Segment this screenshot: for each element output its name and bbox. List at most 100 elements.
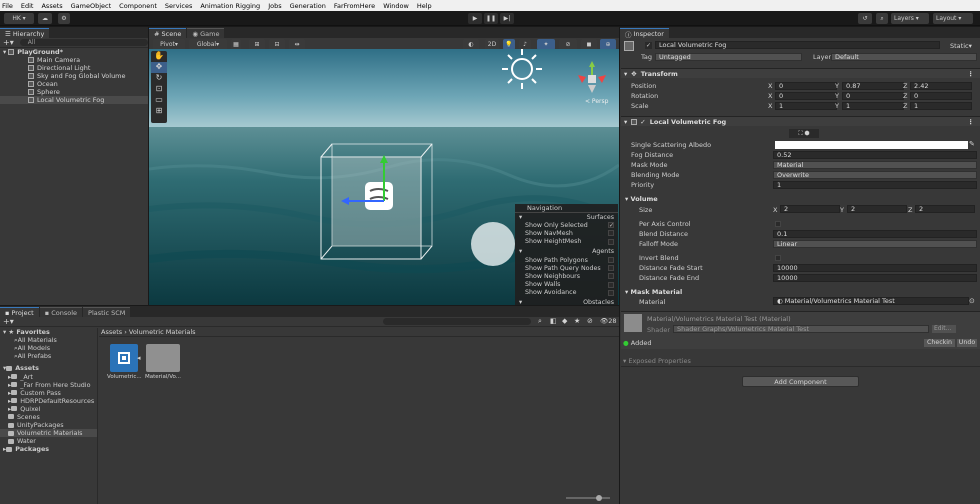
rotation-z-field[interactable]: 0 (910, 92, 972, 100)
cloud-icon[interactable]: ☁ (38, 13, 52, 24)
edit-shader-button[interactable]: Edit... (932, 325, 956, 333)
hierarchy-item[interactable]: Local Volumetric Fog (0, 96, 148, 104)
nav-option-checkbox[interactable] (608, 273, 614, 280)
favorite-item[interactable]: ⌕ All Prefabs (0, 352, 97, 361)
collab-icon[interactable]: ⚙ (58, 13, 70, 24)
nav-option-checkbox[interactable] (608, 289, 614, 296)
nav-option[interactable]: Show HeightMesh (515, 238, 618, 246)
favorite-icon[interactable]: ★ (574, 317, 580, 325)
scene-root-row[interactable]: ▾ PlayGround* (0, 48, 148, 56)
hidden-packages-icon[interactable]: ⊘ (587, 317, 593, 325)
rotate-tool-icon[interactable]: ↻ (151, 73, 167, 84)
static-toggle[interactable]: Static▾ (950, 42, 972, 50)
menu-services[interactable]: Services (165, 2, 192, 10)
asset-folder-item[interactable]: UnityPackages (0, 421, 97, 429)
zoom-slider-handle[interactable] (596, 495, 602, 501)
obstacles-section[interactable]: ▾ Obstacles (515, 299, 618, 305)
play-button[interactable]: ▶ (468, 13, 482, 24)
fade-start-field[interactable]: 10000 (773, 264, 977, 272)
priority-field[interactable]: 1 (773, 181, 977, 189)
checkin-button[interactable]: Checkin (924, 339, 955, 347)
position-z-field[interactable]: 2.42 (910, 82, 972, 90)
menu-jobs[interactable]: Jobs (268, 2, 281, 10)
volume-section[interactable]: ▾ Volume (625, 195, 658, 203)
tab-plastic[interactable]: Plastic SCM (83, 307, 131, 317)
asset-folder-item[interactable]: ▸ Quixel (0, 405, 97, 413)
rect-tool-icon[interactable]: ▭ (151, 95, 167, 106)
tab-project[interactable]: ▪ Project (0, 307, 39, 317)
zoom-slider[interactable] (566, 495, 610, 501)
rotation-x-field[interactable]: 0 (775, 92, 837, 100)
scale-tool-icon[interactable]: ⊡ (151, 84, 167, 95)
menu-farfromhere[interactable]: FarFromHere (334, 2, 375, 10)
history-icon[interactable]: ↺ (858, 13, 872, 24)
hierarchy-item[interactable]: Directional Light (0, 64, 148, 72)
asset-folder-item[interactable]: Volumetric Materials (0, 429, 97, 438)
falloff-dropdown[interactable]: Linear (773, 240, 977, 248)
search-icon[interactable]: ⌕ (876, 13, 888, 24)
menu-generation[interactable]: Generation (290, 2, 326, 10)
tab-console[interactable]: ▪ Console (39, 307, 83, 317)
menu-edit[interactable]: Edit (21, 2, 34, 10)
step-button[interactable]: ▶| (500, 13, 514, 24)
mask-material-section[interactable]: ▾ Mask Material (625, 288, 682, 296)
nav-option[interactable]: Show Only Selected ✓ (515, 221, 618, 229)
pause-button[interactable]: ❚❚ (484, 13, 498, 24)
menu-animation-rigging[interactable]: Animation Rigging (200, 2, 260, 10)
hierarchy-item[interactable]: Sky and Fog Global Volume (0, 72, 148, 80)
exposed-properties-foldout[interactable]: ▾ Exposed Properties (623, 357, 691, 365)
eyedropper-icon[interactable]: ✎ (969, 140, 975, 148)
asset-folder-item[interactable]: ▸ _Far From Here Studio (0, 381, 97, 389)
menu-assets[interactable]: Assets (41, 2, 62, 10)
menu-gameobject[interactable]: GameObject (71, 2, 112, 10)
asset-folder-item[interactable]: ▸ _Art (0, 372, 97, 381)
nav-option-checkbox[interactable] (608, 238, 614, 245)
menu-window[interactable]: Window (383, 2, 409, 10)
project-search-input[interactable] (383, 318, 531, 325)
nav-option-checkbox[interactable] (608, 230, 614, 237)
tab-inspector[interactable]: ⓘ Inspector (620, 28, 669, 39)
menu-component[interactable]: Component (119, 2, 157, 10)
invert-checkbox[interactable] (775, 255, 781, 261)
asset-folder-item[interactable]: ▸ Custom Pass (0, 389, 97, 397)
persp-label[interactable]: < Persp (585, 98, 608, 105)
asset-tile-volumetric[interactable]: Volumetric... (107, 344, 142, 384)
type-filter-icon[interactable]: ◧ (550, 317, 557, 325)
tag-dropdown[interactable]: Untagged (655, 53, 802, 61)
packages-row[interactable]: ▸ Packages (0, 445, 97, 453)
nav-option-checkbox[interactable] (608, 265, 614, 272)
assets-row[interactable]: ▾ Assets (0, 364, 97, 372)
account-dropdown[interactable]: HK ▾ (4, 13, 34, 24)
asset-folder-item[interactable]: Water (0, 437, 97, 445)
nav-option[interactable]: Show Walls (515, 281, 618, 289)
position-y-field[interactable]: 0.87 (842, 82, 904, 90)
asset-folder-item[interactable]: Scenes (0, 413, 97, 421)
hierarchy-item[interactable]: Main Camera (0, 56, 148, 64)
per-axis-checkbox[interactable] (775, 221, 781, 227)
size-z-field[interactable]: 2 (915, 205, 975, 213)
hierarchy-item[interactable]: Sphere (0, 88, 148, 96)
layers-dropdown[interactable]: Layers ▾ (891, 13, 929, 24)
surfaces-section[interactable]: ▾ Surfaces (515, 213, 618, 221)
nav-option[interactable]: Show NavMesh (515, 229, 618, 237)
edit-bounds-toggle[interactable]: ⛶ ⬢ (789, 129, 819, 138)
tab-game[interactable]: ◉ Game (187, 28, 225, 38)
agents-section[interactable]: ▾ Agents (515, 248, 618, 256)
blending-mode-dropdown[interactable]: Overwrite (773, 171, 977, 179)
layer-dropdown[interactable]: Default (831, 53, 977, 61)
add-icon[interactable]: +▾ (3, 38, 14, 47)
create-icon[interactable]: +▾ (3, 317, 14, 326)
hierarchy-item[interactable]: Ocean (0, 80, 148, 88)
breadcrumb-assets[interactable]: Assets (101, 328, 122, 336)
tab-scene[interactable]: # Scene (149, 28, 187, 38)
scale-x-field[interactable]: 1 (775, 102, 837, 110)
breadcrumb-folder[interactable]: Volumetric Materials (129, 328, 196, 336)
fog-distance-field[interactable]: 0.52 (773, 151, 977, 159)
nav-option[interactable]: Show Avoidance (515, 289, 618, 297)
menu-help[interactable]: Help (417, 2, 432, 10)
fade-end-field[interactable]: 10000 (773, 274, 977, 282)
transform-tool-icon[interactable]: ⊞ (151, 106, 167, 117)
expand-arrow-icon[interactable]: ◂ (137, 354, 141, 362)
hierarchy-search-input[interactable]: All (19, 39, 148, 46)
object-picker-icon[interactable]: ⊙ (969, 297, 975, 305)
